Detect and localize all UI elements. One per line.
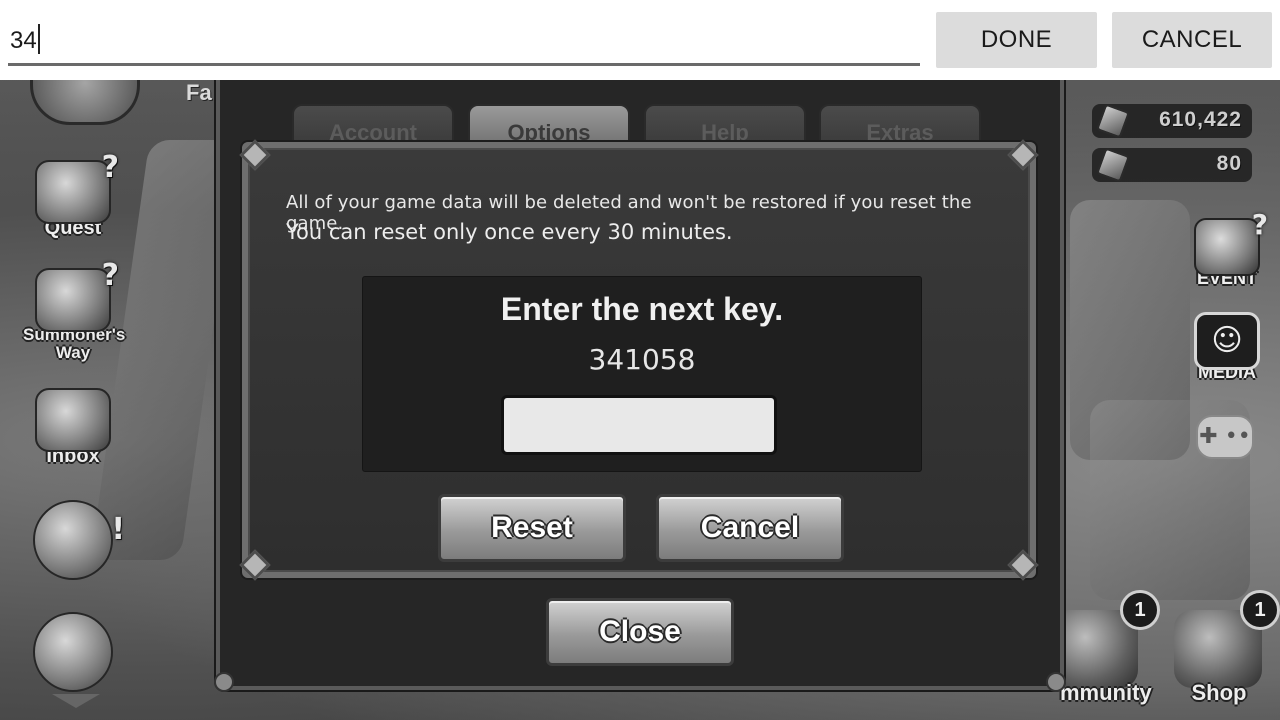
key-entry-box: Enter the next key. 341058 xyxy=(362,276,922,472)
gem-counter: 80 xyxy=(1092,147,1252,183)
crystal-counter: 610,422 xyxy=(1092,103,1252,139)
text-caret xyxy=(37,24,40,54)
notification-badge: 1 xyxy=(1240,590,1280,630)
key-prompt-title: Enter the next key. xyxy=(500,291,784,327)
ime-text-field[interactable]: 34 xyxy=(8,14,920,66)
sidebar-item-media[interactable]: MEDIA xyxy=(1182,312,1272,383)
exclamation-icon: ! xyxy=(111,512,125,547)
ime-cancel-button[interactable]: CANCEL xyxy=(1112,12,1272,68)
summoners-way-icon: ? xyxy=(35,258,119,332)
ime-done-button[interactable]: DONE xyxy=(936,12,1097,68)
crystal-icon xyxy=(1095,103,1131,139)
key-code: 341058 xyxy=(588,343,696,376)
dialog-corner-ornament xyxy=(239,139,271,171)
ime-text-value-wrap: 34 xyxy=(10,24,40,55)
close-button[interactable]: Close xyxy=(546,598,734,666)
reset-button[interactable]: Reset xyxy=(438,494,626,562)
inbox-chest-icon xyxy=(35,388,111,452)
dialog-corner-ornament xyxy=(1007,139,1039,171)
media-tv-icon xyxy=(1194,312,1260,370)
gem-value: 80 xyxy=(1216,152,1242,175)
faction-badge[interactable]: Fa xyxy=(10,70,240,130)
cancel-button[interactable]: Cancel xyxy=(656,494,844,562)
event-gift-icon: ? xyxy=(1194,208,1268,276)
community-label: mmunity xyxy=(1060,680,1152,705)
panel-corner-ornament xyxy=(214,672,234,692)
sidebar-item-event[interactable]: ? EVENT xyxy=(1182,208,1272,289)
quest-scroll-icon: ? xyxy=(35,150,119,224)
question-mark-icon: ? xyxy=(101,258,119,293)
sidebar-item-quest[interactable]: ? Quest xyxy=(18,150,128,238)
pack-bundle-icon: ! xyxy=(33,500,125,580)
ime-input-bar: 34 DONE CANCEL xyxy=(0,0,1280,80)
screen: 34 DONE CANCEL Fa ? Quest ? Summoner's W… xyxy=(0,0,1280,720)
gem-icon xyxy=(1095,147,1131,183)
scroll-down-arrow-icon[interactable] xyxy=(52,694,100,708)
shop-label: Shop xyxy=(1191,680,1247,705)
question-mark-icon: ? xyxy=(1251,208,1268,241)
question-mark-icon: ? xyxy=(101,150,119,185)
sidebar-item-pack[interactable]: ! xyxy=(18,500,128,580)
sidebar-item-summoners-way[interactable]: ? Summoner's Way xyxy=(18,258,128,362)
crystal-value: 610,422 xyxy=(1159,108,1242,131)
reset-cooldown-text: You can reset only once every 30 minutes… xyxy=(286,220,733,244)
sidebar-item-inbox[interactable]: Inbox xyxy=(18,388,128,466)
chest-shop-icon xyxy=(33,612,113,692)
panel-corner-ornament xyxy=(1046,672,1066,692)
key-input-field[interactable] xyxy=(501,395,777,455)
dialog-corner-ornament xyxy=(239,549,271,581)
dialog-corner-ornament xyxy=(1007,549,1039,581)
faction-label: Fa xyxy=(186,80,212,105)
gamepad-icon[interactable]: ✚ •• xyxy=(1196,415,1254,459)
sidebar-item-chest-shop[interactable] xyxy=(18,612,128,692)
notification-badge: 1 xyxy=(1120,590,1160,630)
ime-text-value: 34 xyxy=(10,27,37,54)
reset-game-dialog: All of your game data will be deleted an… xyxy=(239,139,1039,581)
shop-button[interactable]: 1 Shop xyxy=(1164,590,1280,710)
